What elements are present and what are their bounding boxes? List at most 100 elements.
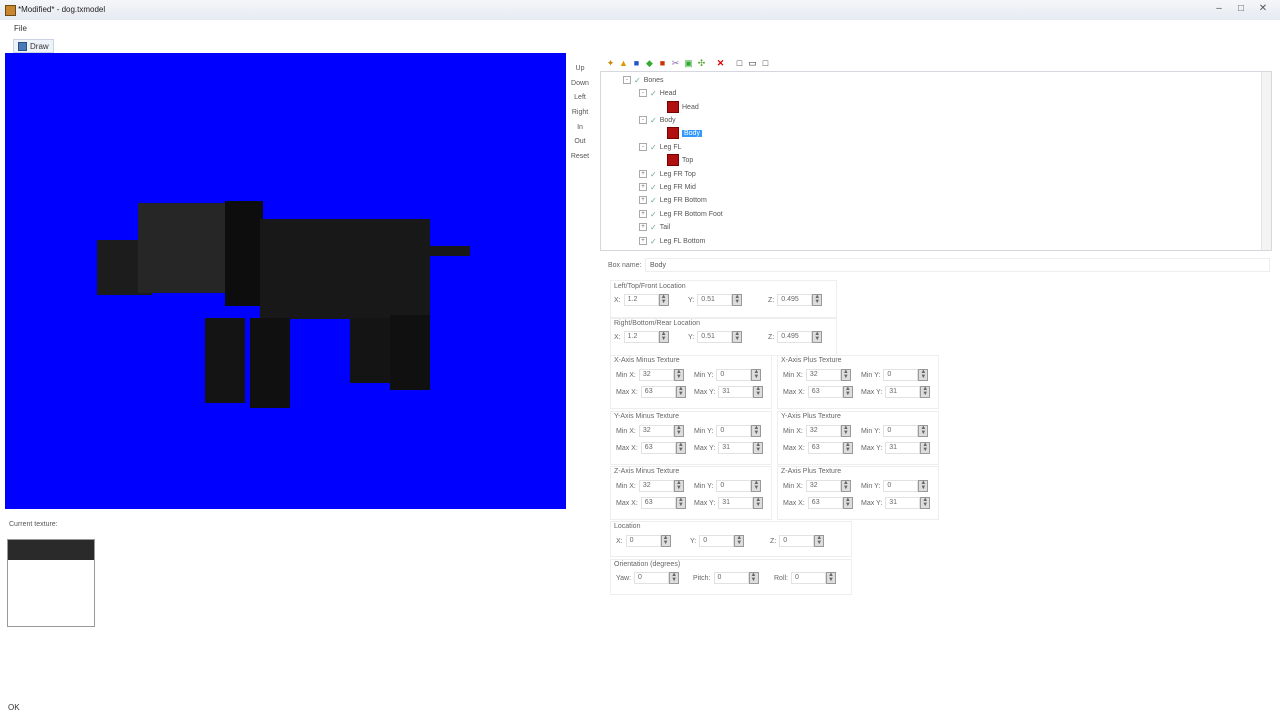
- spin-arrows-icon[interactable]: ▲ ▼: [751, 425, 762, 437]
- collapse-icon[interactable]: -: [639, 116, 647, 124]
- spin-arrows-icon[interactable]: ▲ ▼: [920, 386, 931, 398]
- spinner-value[interactable]: 0: [883, 425, 919, 437]
- spinner-value[interactable]: 32: [805, 425, 841, 437]
- menu-file[interactable]: File: [14, 24, 27, 33]
- view-up-button[interactable]: Up: [568, 62, 592, 75]
- texture-maxy-spinner[interactable]: Max Y: 31 ▲ ▼: [694, 386, 764, 398]
- spin-arrows-icon[interactable]: ▲ ▼: [673, 425, 684, 437]
- view-in-button[interactable]: In: [568, 121, 592, 134]
- ltf-y-spinner[interactable]: Y: 0.51 ▲ ▼: [688, 294, 743, 306]
- tree-node-leg-fr-top[interactable]: + ✓ Leg FR Top: [639, 168, 696, 180]
- tree-node-body[interactable]: - ✓ Body: [639, 114, 676, 126]
- view-right-button[interactable]: Right: [568, 106, 592, 119]
- spin-arrows-icon[interactable]: ▲ ▼: [734, 535, 745, 547]
- spinner-value[interactable]: 0: [716, 369, 752, 381]
- export-icon[interactable]: ■: [657, 58, 668, 69]
- spinner-value[interactable]: 63: [807, 386, 843, 398]
- ltf-z-spinner[interactable]: Z: 0.495 ▲ ▼: [768, 294, 823, 306]
- spin-arrows-icon[interactable]: ▲ ▼: [669, 572, 680, 584]
- spin-arrows-icon[interactable]: ▲ ▼: [748, 572, 759, 584]
- import-icon[interactable]: ◆: [644, 58, 655, 69]
- location-y-spinner[interactable]: Y: 0 ▲ ▼: [690, 535, 745, 547]
- texture-minx-spinner[interactable]: Min X: 32 ▲ ▼: [616, 369, 684, 381]
- collapse-icon[interactable]: -: [639, 89, 647, 97]
- tree-node-head[interactable]: - ✓ Head: [639, 87, 676, 99]
- spin-arrows-icon[interactable]: ▲ ▼: [751, 480, 762, 492]
- texture-miny-spinner[interactable]: Min Y: 0 ▲ ▼: [694, 425, 762, 437]
- spinner-value[interactable]: 63: [640, 442, 676, 454]
- spinner-value[interactable]: 63: [640, 386, 676, 398]
- roll-spinner[interactable]: Roll: 0 ▲ ▼: [774, 572, 837, 584]
- spin-arrows-icon[interactable]: ▲ ▼: [918, 480, 929, 492]
- spinner-value[interactable]: 32: [638, 369, 674, 381]
- texture-maxx-spinner[interactable]: Max X: 63 ▲ ▼: [783, 442, 853, 454]
- warning-icon[interactable]: ▲: [618, 58, 629, 69]
- spin-arrows-icon[interactable]: ▲ ▼: [753, 386, 764, 398]
- spin-arrows-icon[interactable]: ▲ ▼: [842, 497, 853, 509]
- tree-node-leg-fl-bottom[interactable]: + ✓ Leg FL Bottom: [639, 235, 705, 247]
- rbr-x-spinner[interactable]: X: 1.2 ▲ ▼: [614, 331, 669, 343]
- texture-maxy-spinner[interactable]: Max Y: 31 ▲ ▼: [861, 386, 931, 398]
- delete-icon[interactable]: ✕: [715, 58, 726, 69]
- ungroup-icon[interactable]: □: [760, 58, 771, 69]
- texture-miny-spinner[interactable]: Min Y: 0 ▲ ▼: [694, 369, 762, 381]
- spin-arrows-icon[interactable]: ▲ ▼: [658, 331, 669, 343]
- spin-arrows-icon[interactable]: ▲ ▼: [660, 535, 671, 547]
- pitch-spinner[interactable]: Pitch: 0 ▲ ▼: [693, 572, 759, 584]
- view-out-button[interactable]: Out: [568, 135, 592, 148]
- spinner-value[interactable]: 31: [885, 442, 921, 454]
- spin-arrows-icon[interactable]: ▲ ▼: [918, 369, 929, 381]
- rbr-z-spinner[interactable]: Z: 0.495 ▲ ▼: [768, 331, 823, 343]
- spinner-value[interactable]: 31: [718, 386, 754, 398]
- spinner-value[interactable]: 63: [807, 442, 843, 454]
- collapse-icon[interactable]: -: [623, 76, 631, 84]
- spinner-value[interactable]: 32: [805, 480, 841, 492]
- spin-arrows-icon[interactable]: ▲ ▼: [918, 425, 929, 437]
- tree-box-head[interactable]: Head: [667, 101, 699, 113]
- spin-arrows-icon[interactable]: ▲ ▼: [673, 480, 684, 492]
- tree-scrollbar[interactable]: [1261, 72, 1271, 250]
- spin-arrows-icon[interactable]: ▲ ▼: [751, 369, 762, 381]
- spinner-value[interactable]: 31: [885, 386, 921, 398]
- location-z-spinner[interactable]: Z: 0 ▲ ▼: [770, 535, 825, 547]
- spin-arrows-icon[interactable]: ▲ ▼: [842, 442, 853, 454]
- spin-arrows-icon[interactable]: ▲ ▼: [840, 369, 851, 381]
- draw-button[interactable]: Draw: [13, 39, 54, 53]
- view-down-button[interactable]: Down: [568, 77, 592, 90]
- spin-arrows-icon[interactable]: ▲ ▼: [812, 331, 823, 343]
- close-button[interactable]: ✕: [1252, 2, 1274, 16]
- spin-arrows-icon[interactable]: ▲ ▼: [920, 442, 931, 454]
- spinner-value[interactable]: 32: [638, 480, 674, 492]
- spin-arrows-icon[interactable]: ▲ ▼: [675, 386, 686, 398]
- texture-minx-spinner[interactable]: Min X: 32 ▲ ▼: [783, 425, 851, 437]
- spinner-value[interactable]: 63: [807, 497, 843, 509]
- tree-node-leg-fr-bottom-foot[interactable]: + ✓ Leg FR Bottom Foot: [639, 208, 723, 220]
- spinner-value[interactable]: 63: [640, 497, 676, 509]
- box-name-input[interactable]: Body: [645, 258, 1270, 272]
- tree-box-top[interactable]: Top: [667, 154, 693, 166]
- spin-arrows-icon[interactable]: ▲ ▼: [840, 425, 851, 437]
- paste-icon[interactable]: ✣: [696, 58, 707, 69]
- view-reset-button[interactable]: Reset: [568, 150, 592, 163]
- collapse-icon[interactable]: -: [639, 143, 647, 151]
- texture-maxy-spinner[interactable]: Max Y: 31 ▲ ▼: [861, 497, 931, 509]
- 3d-viewport[interactable]: [5, 53, 566, 509]
- texture-maxy-spinner[interactable]: Max Y: 31 ▲ ▼: [694, 442, 764, 454]
- texture-maxx-spinner[interactable]: Max X: 63 ▲ ▼: [616, 442, 686, 454]
- spin-arrows-icon[interactable]: ▲ ▼: [920, 497, 931, 509]
- texture-miny-spinner[interactable]: Min Y: 0 ▲ ▼: [861, 369, 929, 381]
- tree-node-bones[interactable]: - ✓ Bones: [623, 74, 664, 86]
- texture-maxy-spinner[interactable]: Max Y: 31 ▲ ▼: [694, 497, 764, 509]
- spin-arrows-icon[interactable]: ▲ ▼: [840, 480, 851, 492]
- spin-arrows-icon[interactable]: ▲ ▼: [812, 294, 823, 306]
- minimize-button[interactable]: –: [1208, 2, 1230, 16]
- spinner-value[interactable]: 31: [718, 442, 754, 454]
- spinner-value[interactable]: 0: [716, 480, 752, 492]
- expand-icon[interactable]: +: [639, 210, 647, 218]
- copy-icon[interactable]: ▣: [683, 58, 694, 69]
- rbr-y-spinner[interactable]: Y: 0.51 ▲ ▼: [688, 331, 743, 343]
- spinner-value[interactable]: 31: [885, 497, 921, 509]
- location-x-spinner[interactable]: X: 0 ▲ ▼: [616, 535, 671, 547]
- spin-arrows-icon[interactable]: ▲ ▼: [732, 331, 743, 343]
- texture-maxx-spinner[interactable]: Max X: 63 ▲ ▼: [616, 497, 686, 509]
